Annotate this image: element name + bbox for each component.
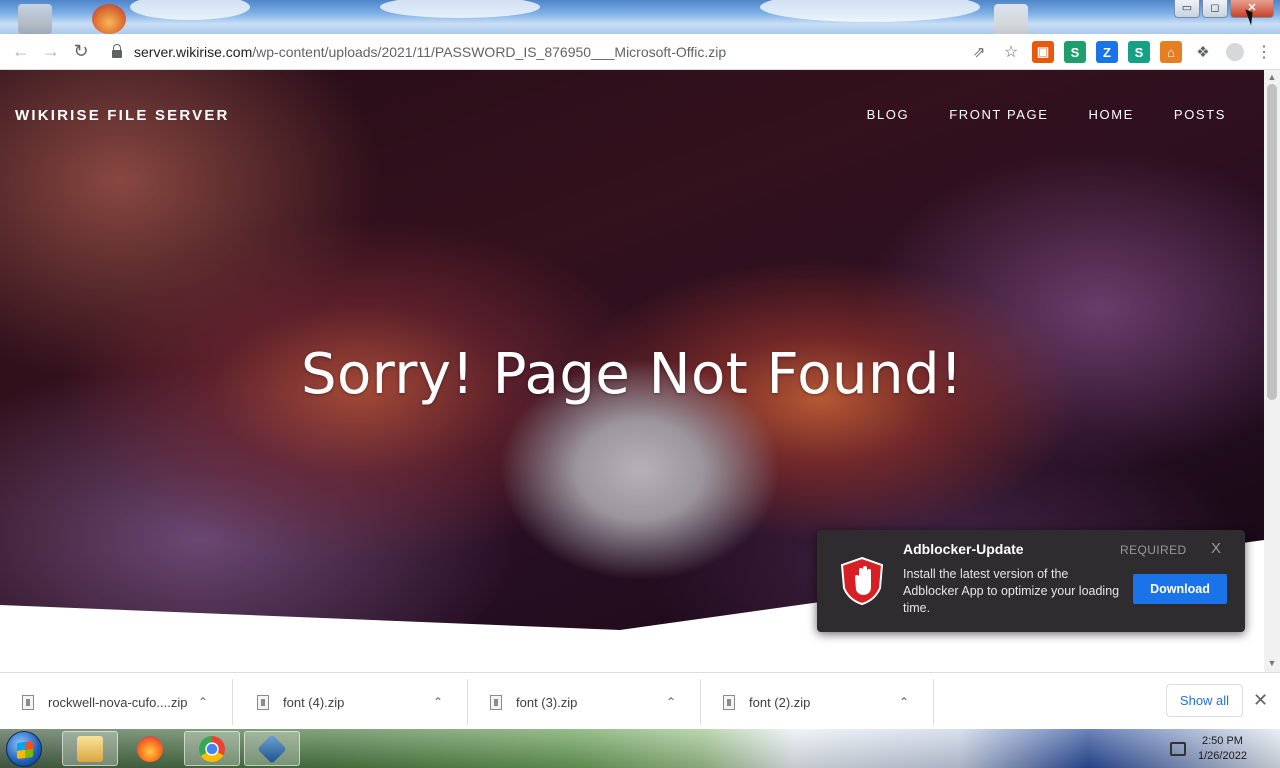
zip-file-icon: [723, 694, 735, 710]
nav-link-front-page[interactable]: FRONT PAGE: [949, 107, 1048, 122]
download-item[interactable]: font (2).zip ⌃: [701, 679, 934, 725]
menu-kebab-icon[interactable]: ⋮: [1256, 37, 1272, 67]
scrollbar-thumb[interactable]: [1267, 84, 1277, 400]
download-item[interactable]: rockwell-nova-cufo....zip ⌃: [0, 679, 233, 725]
stop-hand-shield-icon: [840, 556, 884, 606]
address-bar[interactable]: server.wikirise.com/wp-content/uploads/2…: [112, 37, 1012, 67]
taskbar-explorer[interactable]: [62, 731, 118, 766]
extensions-puzzle-icon[interactable]: ❖: [1192, 37, 1214, 67]
chevron-up-icon[interactable]: ⌃: [433, 695, 443, 709]
page-scrollbar[interactable]: ▲ ▼: [1264, 70, 1280, 672]
taskbar-firefox[interactable]: [122, 731, 178, 766]
chevron-up-icon[interactable]: ⌃: [899, 695, 909, 709]
firefox-desktop-icon: [92, 4, 126, 34]
zip-file-icon: [490, 694, 502, 710]
blue-z-extension-icon[interactable]: Z: [1096, 41, 1118, 63]
forward-arrow-icon[interactable]: →: [36, 37, 66, 67]
notification-close-button[interactable]: X: [1211, 540, 1221, 557]
maximize-button[interactable]: ◻: [1202, 0, 1228, 18]
download-filename: font (4).zip: [283, 694, 345, 710]
bookmark-star-icon[interactable]: ☆: [1000, 37, 1022, 67]
clock-date: 1/26/2022: [1198, 749, 1247, 762]
taskbar-virtualbox[interactable]: [244, 731, 300, 766]
notification-body: Install the latest version of the Adbloc…: [903, 567, 1120, 615]
chrome-icon: [199, 735, 225, 762]
zip-file-icon: [257, 694, 269, 710]
document-desktop-icon: [994, 4, 1028, 34]
close-downloads-bar-icon[interactable]: ✕: [1253, 690, 1268, 711]
nav-link-blog[interactable]: BLOG: [867, 107, 910, 122]
clock[interactable]: 2:50 PM 1/26/2022: [1198, 734, 1247, 764]
url-text[interactable]: server.wikirise.com/wp-content/uploads/2…: [134, 44, 726, 60]
download-item[interactable]: font (4).zip ⌃: [235, 679, 468, 725]
show-all-downloads-button[interactable]: Show all: [1166, 684, 1243, 717]
minimize-button[interactable]: ▭: [1174, 0, 1200, 18]
windows-taskbar: 2:50 PM 1/26/2022: [0, 729, 1280, 768]
page-headline: Sorry! Page Not Found!: [301, 342, 963, 407]
start-button[interactable]: [6, 731, 42, 767]
clock-time: 2:50 PM: [1201, 734, 1243, 747]
green-s-extension-icon[interactable]: S: [1064, 41, 1086, 63]
toolbar-actions: ⇗ ☆ ▣ S Z S ⌂ ❖ ⋮: [968, 38, 1272, 66]
desktop-cloud: [130, 0, 250, 20]
scroll-up-arrow-icon[interactable]: ▲: [1267, 72, 1277, 82]
home-extension-icon[interactable]: ⌂: [1160, 41, 1182, 63]
folder-icon: [77, 735, 103, 762]
window-title-bar: ▭ ◻ ✕: [0, 0, 1280, 34]
download-filename: rockwell-nova-cufo....zip: [48, 694, 188, 710]
downloads-bar: rockwell-nova-cufo....zip ⌃ font (4).zip…: [0, 672, 1280, 729]
back-arrow-icon[interactable]: ←: [6, 37, 36, 67]
nav-link-posts[interactable]: POSTS: [1174, 107, 1226, 122]
notification-title: Adblocker-Update: [903, 541, 1024, 557]
system-tray: 2:50 PM 1/26/2022: [1162, 729, 1280, 768]
download-filename: font (2).zip: [749, 694, 811, 710]
site-title[interactable]: WIKIRISE FILE SERVER: [15, 107, 230, 124]
virtualbox-icon: [257, 733, 287, 764]
teal-s-extension-icon[interactable]: S: [1128, 41, 1150, 63]
url-host: server.wikirise.com: [134, 44, 253, 60]
scroll-down-arrow-icon[interactable]: ▼: [1267, 658, 1277, 668]
reload-icon[interactable]: ↻: [66, 37, 96, 67]
firefox-icon: [137, 735, 163, 762]
desktop-cloud: [760, 0, 980, 22]
chevron-up-icon[interactable]: ⌃: [198, 695, 208, 709]
chevron-up-icon[interactable]: ⌃: [666, 695, 676, 709]
share-icon[interactable]: ⇗: [968, 37, 990, 67]
lock-icon[interactable]: [112, 44, 122, 58]
desktop-cloud: [380, 0, 540, 18]
url-path: /wp-content/uploads/2021/11/PASSWORD_IS_…: [252, 44, 727, 60]
recycle-bin-icon: [18, 4, 52, 34]
zip-file-icon: [22, 694, 34, 710]
notification-required-label: REQUIRED: [1120, 543, 1187, 557]
network-icon[interactable]: [1170, 741, 1186, 756]
nav-link-home[interactable]: HOME: [1089, 107, 1134, 122]
taskbar-chrome[interactable]: [184, 731, 240, 766]
download-item[interactable]: font (3).zip ⌃: [468, 679, 701, 725]
browser-toolbar: ← → ↻ server.wikirise.com/wp-content/upl…: [0, 34, 1280, 70]
site-nav: BLOG FRONT PAGE HOME POSTS: [867, 107, 1226, 122]
download-filename: font (3).zip: [516, 694, 578, 710]
profile-avatar-icon[interactable]: [1224, 37, 1246, 67]
adblocker-notification: Adblocker-Update REQUIRED X Install the …: [817, 530, 1245, 632]
orange-extension-icon[interactable]: ▣: [1032, 41, 1054, 63]
download-button[interactable]: Download: [1133, 574, 1227, 604]
window-controls: ▭ ◻ ✕: [1174, 0, 1274, 20]
